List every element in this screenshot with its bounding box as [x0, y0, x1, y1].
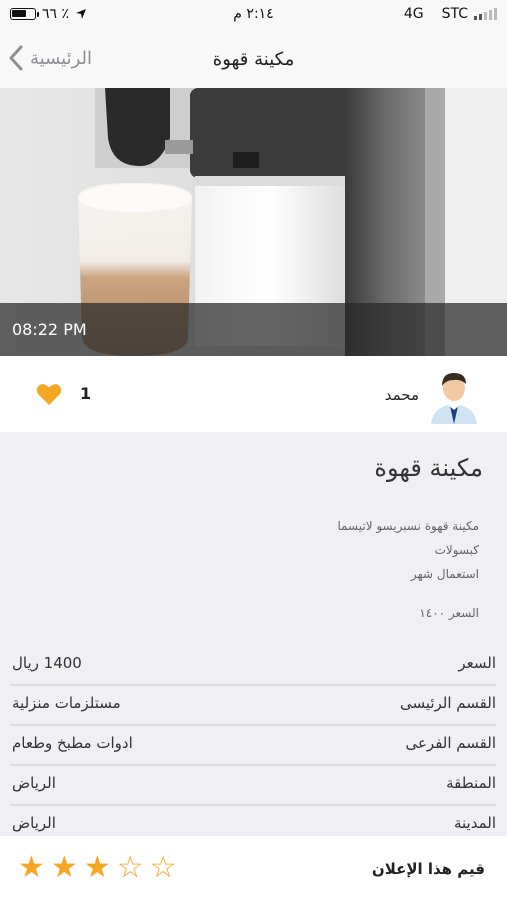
star-filled-icon[interactable]: ★ — [51, 853, 78, 883]
detail-label: السعر — [458, 654, 496, 672]
like-count: 1 — [80, 384, 92, 403]
star-empty-icon[interactable]: ☆ — [117, 853, 144, 883]
carrier-name: STC — [441, 6, 468, 22]
star-empty-icon[interactable]: ☆ — [150, 853, 177, 883]
description-line: استعمال شهر — [410, 567, 479, 581]
user-avatar[interactable] — [425, 366, 483, 424]
status-bar: ٦٦ ٪ ٢:١٤ م 4G STC — [0, 0, 507, 30]
listing-title: مكينة قهوة — [374, 454, 483, 482]
detail-label: القسم الرئيسى — [399, 694, 496, 712]
description-line: مكينة قهوة نسبريسو لاتيسما — [337, 519, 479, 533]
network-type: 4G — [403, 6, 424, 22]
detail-label: المنطقة — [446, 774, 496, 792]
post-time: 08:22 PM — [12, 320, 87, 339]
detail-value: الرياض — [12, 774, 56, 792]
photo-time-overlay: 08:22 PM — [0, 303, 507, 356]
rating-bar: ★ ★ ★ ☆ ☆ قيم هذا الإعلان — [0, 836, 507, 900]
detail-row-sub-category: القسم الفرعى ادوات مطبخ وطعام — [10, 726, 496, 766]
detail-value: الرياض — [12, 814, 56, 832]
listing-description: مكينة قهوة نسبريسو لاتيسما كبسولات استعم… — [79, 514, 479, 586]
signal-icon — [474, 8, 497, 20]
detail-label: المدينة — [453, 814, 496, 832]
status-right: 4G STC — [404, 6, 497, 22]
listing-photo[interactable]: 08:22 PM — [0, 88, 507, 356]
detail-row-city: المدينة الرياض — [10, 806, 496, 836]
detail-value: مستلزمات منزلية — [12, 694, 121, 712]
description-line: كبسولات — [434, 543, 479, 557]
heart-icon[interactable] — [36, 382, 62, 406]
detail-row-price: السعر 1400 ريال — [10, 646, 496, 686]
seller-row: محمد 1 — [0, 356, 507, 433]
navigation-bar: الرئيسية مكينة قهوة — [0, 30, 507, 89]
details-table: السعر 1400 ريال القسم الرئيسى مستلزمات م… — [10, 646, 496, 836]
seller-name: محمد — [384, 386, 419, 404]
star-filled-icon[interactable]: ★ — [18, 853, 45, 883]
listing-details: مكينة قهوة مكينة قهوة نسبريسو لاتيسما كب… — [0, 432, 507, 836]
detail-value: 1400 ريال — [12, 654, 82, 672]
detail-row-region: المنطقة الرياض — [10, 766, 496, 806]
detail-label: القسم الفرعى — [405, 734, 496, 752]
page-title: مكينة قهوة — [212, 49, 295, 70]
price-note: السعر ١٤٠٠ — [419, 606, 479, 620]
detail-row-main-category: القسم الرئيسى مستلزمات منزلية — [10, 686, 496, 726]
detail-value: ادوات مطبخ وطعام — [12, 734, 133, 752]
star-rating: ★ ★ ★ ☆ ☆ — [18, 853, 177, 883]
star-filled-icon[interactable]: ★ — [84, 853, 111, 883]
rate-ad-label: قيم هذا الإعلان — [371, 860, 485, 878]
